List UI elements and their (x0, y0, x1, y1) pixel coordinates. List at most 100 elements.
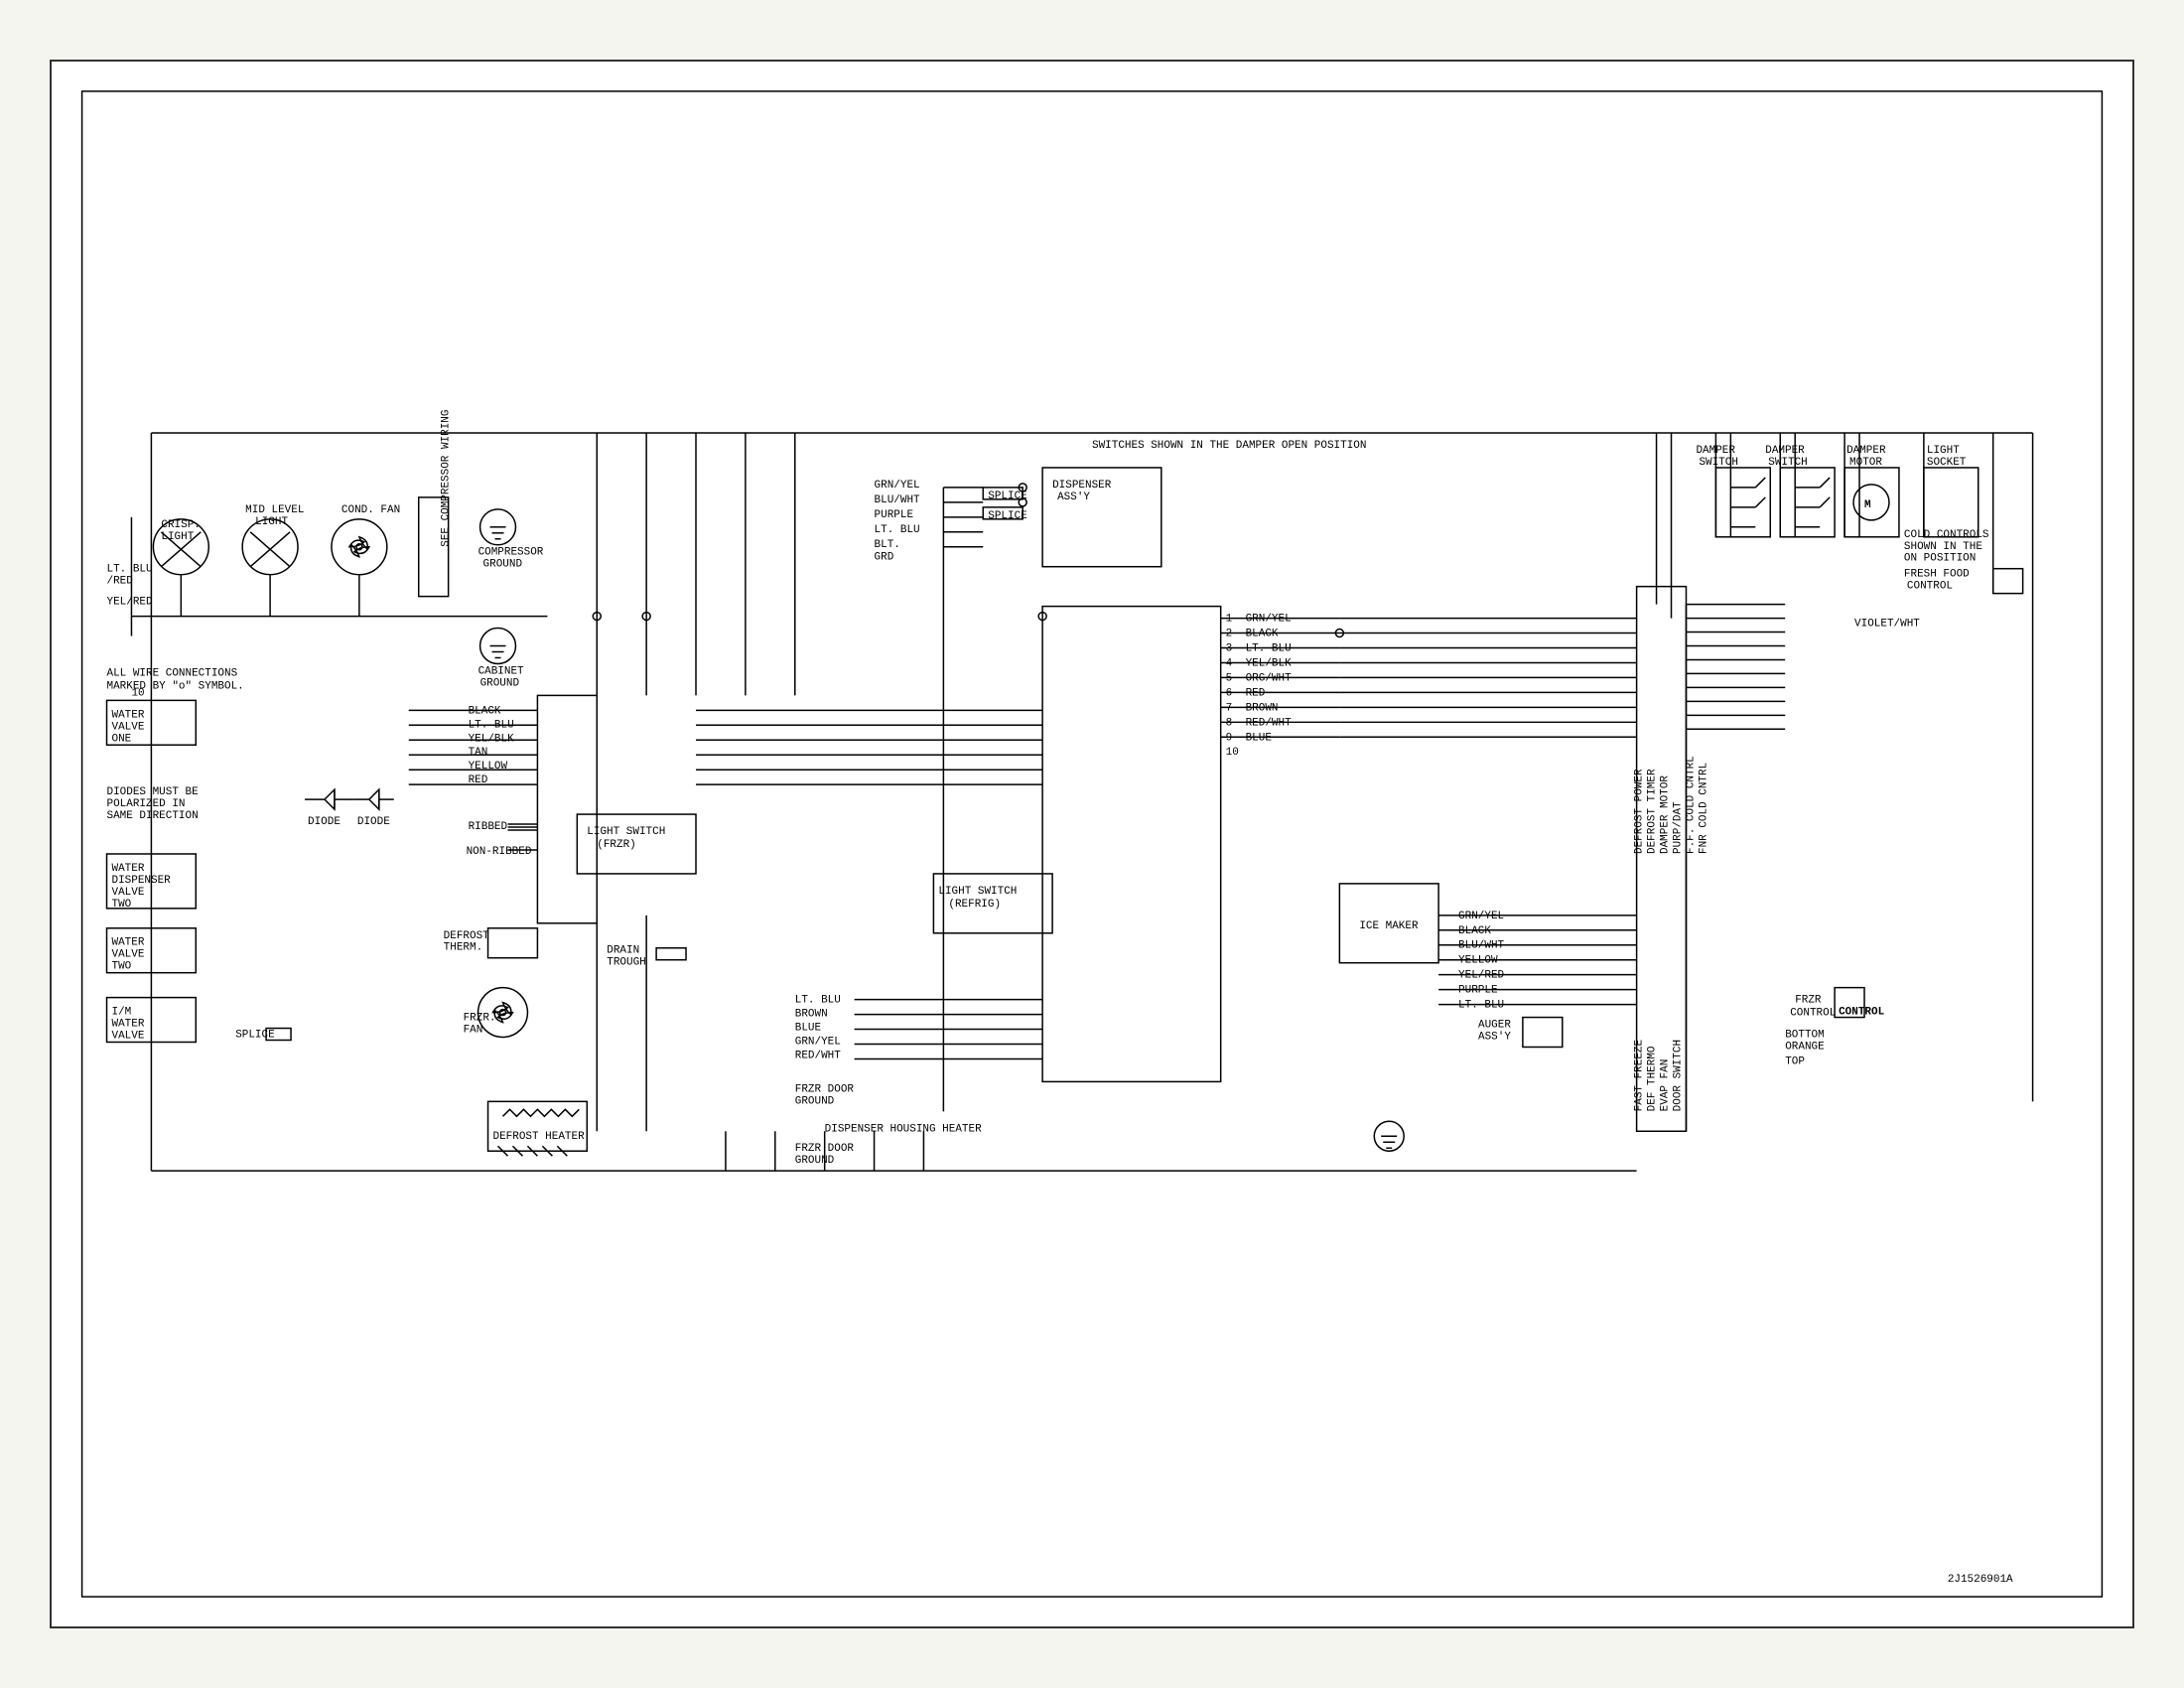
wire-blue-bot: BLUE (795, 1023, 822, 1035)
wire-tan: TAN (469, 747, 488, 759)
diodes-note3: SAME DIRECTION (107, 810, 199, 822)
water-dispenser-label3: VALVE (112, 887, 145, 899)
terminal-2: 2 (1226, 629, 1233, 640)
light-switch-refrig-label: LIGHT SWITCH (938, 886, 1017, 898)
damper-motor-m: M (1864, 499, 1871, 511)
splice-label2: SPLICE (988, 510, 1027, 522)
cabinet-ground-label: CABINET (478, 665, 524, 677)
right-wire-blu-wht: BLU/WHT (1458, 940, 1504, 952)
wire-yel-blk: YEL/BLK (469, 733, 514, 745)
ctrl-defrost-power: DEFROST POWER (1634, 769, 1646, 854)
out-wire-9: BLUE (1246, 732, 1273, 744)
im-water-valve-label: I/M (112, 1007, 132, 1019)
drain-trough-label: DRAIN (607, 945, 639, 957)
light-socket-label: LIGHT (1927, 445, 1960, 457)
terminal-7: 7 (1226, 702, 1233, 714)
damper-switch1-label2: SWITCH (1699, 457, 1738, 469)
diagram-content: 2J1526901A SWITCHES SHOWN IN THE DAMPER … (52, 62, 2132, 1626)
water-valve-one-label3: ONE (112, 733, 132, 745)
defrost-heater-label: DEFROST HEATER (493, 1131, 586, 1143)
terminal-8: 8 (1226, 717, 1233, 729)
out-wire-2: BLACK (1246, 629, 1279, 640)
wire-lt-blu-red: LT. BLU (107, 564, 153, 576)
splice-label: SPLICE (235, 1030, 275, 1042)
defrost-therm-box (488, 928, 538, 958)
wire-red-wht-bot: RED/WHT (795, 1050, 841, 1061)
wire-brown-bot: BROWN (795, 1009, 828, 1021)
disp-wire-lt-blu: LT. BLU (875, 524, 920, 536)
bottom-orange-label: BOTTOM (1785, 1030, 1824, 1042)
im-water-valve-label3: VALVE (112, 1031, 145, 1043)
water-dispenser-label: WATER (112, 863, 145, 875)
diode1-label: DIODE (308, 816, 341, 828)
non-ribbed-label: NON-RIBBED (467, 846, 532, 858)
compressor-ground-label: COMPRESSOR (478, 547, 544, 559)
light-switch-refrig-label2: (REFRIG) (948, 899, 1001, 911)
ctrl-defrost-timer: DEFROST TIMER (1647, 769, 1659, 854)
light-socket-box (1924, 468, 1979, 537)
right-wire-purple: PURPLE (1458, 985, 1498, 997)
doc-number: 2J1526901A (1948, 1574, 2013, 1586)
damper-switch2-label2: SWITCH (1768, 457, 1808, 469)
right-wire-grn-yel: GRN/YEL (1458, 911, 1504, 922)
wire-yel-red: YEL/RED (107, 597, 153, 609)
wire-black: BLACK (469, 705, 501, 717)
disp-wire-purple: PURPLE (875, 509, 914, 521)
water-valve-one-label: WATER (112, 709, 145, 721)
diode1-symbol (325, 789, 335, 809)
compressor-ground-label2: GROUND (483, 559, 523, 571)
water-dispenser-label2: DISPENSER (112, 875, 172, 887)
out-wire-4: YEL/BLK (1246, 657, 1292, 669)
terminal-4: 4 (1226, 657, 1233, 669)
out-wire-8: RED/WHT (1246, 717, 1292, 729)
frzr-control-label2: CONTROL (1790, 1008, 1836, 1020)
damper-switch2-label: DAMPER (1765, 445, 1805, 457)
out-wire-1: GRN/YEL (1246, 614, 1292, 626)
right-wire-lt-blu: LT. BLU (1458, 1000, 1504, 1012)
out-wire-6: RED (1246, 687, 1266, 699)
main-control-connector (1042, 607, 1221, 1082)
right-wire-black: BLACK (1458, 925, 1491, 937)
out-wire-7: BROWN (1246, 702, 1279, 714)
terminal-1: 1 (1226, 614, 1233, 626)
damper-motor-label: DAMPER (1846, 445, 1886, 457)
right-wire-yel-red: YEL/RED (1458, 970, 1504, 982)
damper-motor-label2: MOTOR (1849, 457, 1882, 469)
fresh-food-control-box (1993, 569, 2023, 594)
diode2-symbol (369, 789, 379, 809)
out-wire-5: ORG/WHT (1246, 672, 1292, 684)
compressor-label: SEE COMPRESSOR WIRING (441, 410, 453, 547)
light-switch-frzr-label: LIGHT SWITCH (587, 826, 665, 838)
ctrl-purp-dat: PURP/DAT (1672, 801, 1684, 854)
ctrl-fnr-cold: FNR COLD CNTRL (1698, 763, 1709, 854)
auger-assy-label2: ASS'Y (1478, 1032, 1511, 1044)
terminal-6: 6 (1226, 687, 1233, 699)
disp-wire-grd: GRD (875, 552, 894, 564)
splice-label1: SPLICE (988, 491, 1027, 502)
ctrl-door-switch: DOOR SWITCH (1672, 1040, 1684, 1111)
frzr-fan-label: FRZR. (464, 1013, 496, 1025)
wire-connections-note: ALL WIRE CONNECTIONS (107, 667, 238, 679)
frzr-door-ground-label2: GROUND (795, 1095, 835, 1107)
top-label: TOP (1785, 1055, 1805, 1067)
water-valve-two-label: WATER (112, 937, 145, 949)
frzr-control-label: FRZR (1795, 995, 1822, 1007)
water-valve-two-label3: TWO (112, 961, 132, 973)
mid-light-label: MID LEVEL (245, 504, 304, 516)
im-water-valve-label2: WATER (112, 1019, 145, 1031)
disp-wire-blu-wht: BLU/WHT (875, 494, 920, 506)
switches-note: SWITCHES SHOWN IN THE DAMPER OPEN POSITI… (1092, 440, 1366, 452)
drain-trough-label2: TROUGH (607, 957, 646, 969)
crisp-light-label: CRISP. (161, 519, 201, 531)
auger-assy-box (1523, 1018, 1563, 1048)
control-label: CONTROL (1839, 1007, 1884, 1019)
ctrl-fast-freeze: FAST FREEZE (1634, 1039, 1646, 1111)
frzr-door-ground-label: FRZR DOOR (795, 1083, 855, 1095)
ctrl-def-thermo: DEF THERMO (1647, 1046, 1659, 1111)
drain-trough-box (656, 948, 686, 960)
heater-element (503, 1109, 580, 1116)
diodes-note2: POLARIZED IN (107, 798, 186, 810)
light-socket-label2: SOCKET (1927, 457, 1967, 469)
terminal-9: 9 (1226, 732, 1233, 744)
wire-grn-yel-bot: GRN/YEL (795, 1036, 841, 1048)
